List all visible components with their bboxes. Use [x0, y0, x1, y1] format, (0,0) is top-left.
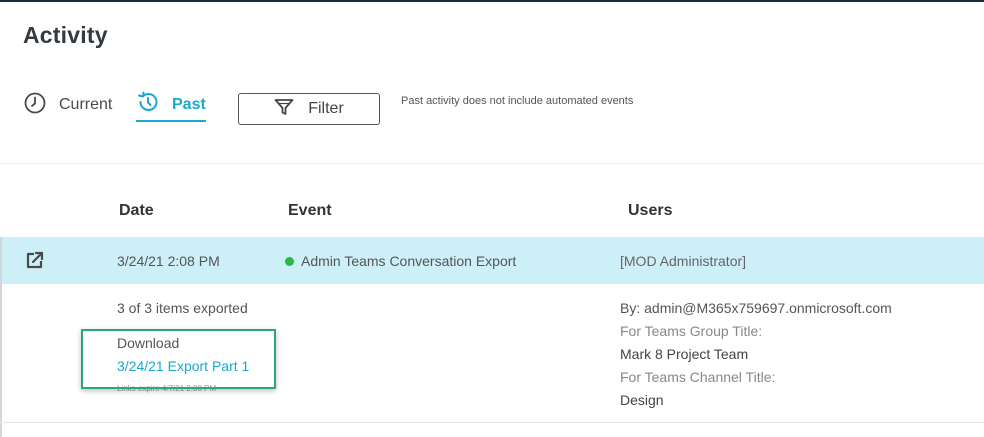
tab-current-label: Current: [59, 96, 113, 113]
funnel-icon: [274, 98, 294, 121]
tab-past[interactable]: Past: [136, 90, 206, 122]
bottom-border: [0, 422, 984, 423]
status-dot: [285, 257, 294, 266]
download-highlight-box: [81, 329, 276, 389]
tab-current[interactable]: Current: [24, 92, 113, 119]
clock-icon: [24, 92, 46, 119]
filter-button[interactable]: Filter: [238, 93, 380, 125]
group-title-label: For Teams Group Title:: [620, 323, 763, 339]
channel-title-value: Design: [620, 392, 664, 408]
tab-past-label: Past: [172, 95, 206, 113]
row-users: [MOD Administrator]: [620, 253, 747, 269]
column-header-date[interactable]: Date: [119, 202, 154, 220]
filter-label: Filter: [308, 100, 344, 117]
history-icon: [136, 90, 160, 119]
items-exported-count: 3 of 3 items exported: [117, 300, 248, 316]
channel-title-label: For Teams Channel Title:: [620, 369, 776, 385]
export-icon[interactable]: [25, 251, 46, 270]
column-header-event[interactable]: Event: [288, 202, 332, 220]
column-header-users[interactable]: Users: [628, 202, 672, 220]
divider: [0, 163, 984, 164]
exported-by: By: admin@M365x759697.onmicrosoft.com: [620, 300, 892, 316]
group-title-value: Mark 8 Project Team: [620, 346, 749, 362]
top-border: [0, 0, 984, 2]
row-date: 3/24/21 2:08 PM: [117, 253, 220, 269]
page-title: Activity: [23, 22, 108, 48]
row-event: Admin Teams Conversation Export: [301, 253, 517, 269]
past-activity-note: Past activity does not include automated…: [401, 95, 634, 107]
